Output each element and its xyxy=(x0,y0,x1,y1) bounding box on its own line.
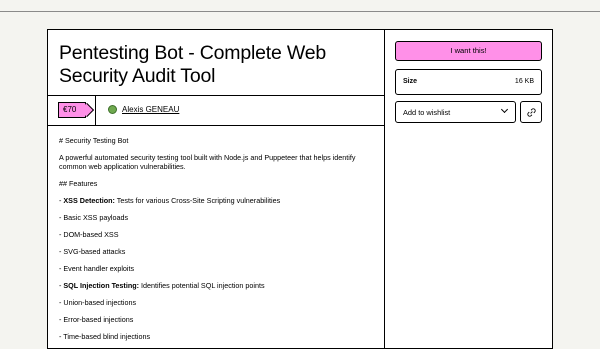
avatar xyxy=(108,105,117,114)
feature-text: SVG-based attacks xyxy=(63,247,126,256)
feature-item: - Error-based injections xyxy=(59,315,379,324)
feature-text: Tests for various Cross-Site Scripting v… xyxy=(114,196,281,205)
size-label: Size xyxy=(403,78,418,85)
feature-item: - SVG-based attacks xyxy=(59,247,379,256)
feature-text: DOM-based XSS xyxy=(63,230,119,239)
link-icon xyxy=(527,108,536,117)
product-card: Pentesting Bot - Complete Web Security A… xyxy=(47,29,553,349)
description-heading: # Security Testing Bot xyxy=(59,136,129,145)
feature-title: XSS Detection: xyxy=(63,196,115,205)
features-heading: ## Features xyxy=(59,179,98,188)
title-section: Pentesting Bot - Complete Web Security A… xyxy=(48,30,385,96)
price-section: €70 xyxy=(48,96,96,126)
feature-text: Event handler exploits xyxy=(63,264,135,273)
want-this-button[interactable]: I want this! xyxy=(395,41,542,61)
feature-item: - XSS Detection: Tests for various Cross… xyxy=(59,196,379,205)
feature-text: Error-based injections xyxy=(63,315,134,324)
feature-item: - DOM-based XSS xyxy=(59,230,379,239)
browser-top-bar xyxy=(0,0,600,12)
feature-text: Identifies potential SQL injection point… xyxy=(139,281,265,290)
feature-text: Union-based injections xyxy=(63,298,137,307)
product-title: Pentesting Bot - Complete Web Security A… xyxy=(59,42,326,87)
product-meta: €70 Alexis GENEAU xyxy=(48,96,385,126)
product-description: # Security Testing Bot A powerful automa… xyxy=(59,136,379,349)
feature-item: - SQL Injection Testing: Identifies pote… xyxy=(59,281,379,290)
feature-list: - XSS Detection: Tests for various Cross… xyxy=(59,196,379,341)
feature-item: - Basic XSS payloads xyxy=(59,213,379,222)
size-value: 16 KB xyxy=(514,78,534,85)
add-to-wishlist-select[interactable]: Add to wishlist xyxy=(395,101,516,123)
feature-text: Basic XSS payloads xyxy=(63,213,129,222)
seller-link[interactable]: Alexis GENEAU xyxy=(122,105,179,114)
wishlist-label: Add to wishlist xyxy=(403,108,451,117)
feature-title: SQL Injection Testing: xyxy=(63,281,139,290)
size-info: Size 16 KB xyxy=(395,69,542,95)
price-tag: €70 xyxy=(58,102,86,118)
chevron-down-icon xyxy=(500,105,509,114)
product-main: Pentesting Bot - Complete Web Security A… xyxy=(48,30,385,348)
description-intro: A powerful automated security testing to… xyxy=(59,153,356,171)
seller-info[interactable]: Alexis GENEAU xyxy=(108,105,179,114)
share-link-button[interactable] xyxy=(520,101,542,123)
feature-item: - Event handler exploits xyxy=(59,264,379,273)
feature-item: - Union-based injections xyxy=(59,298,379,307)
